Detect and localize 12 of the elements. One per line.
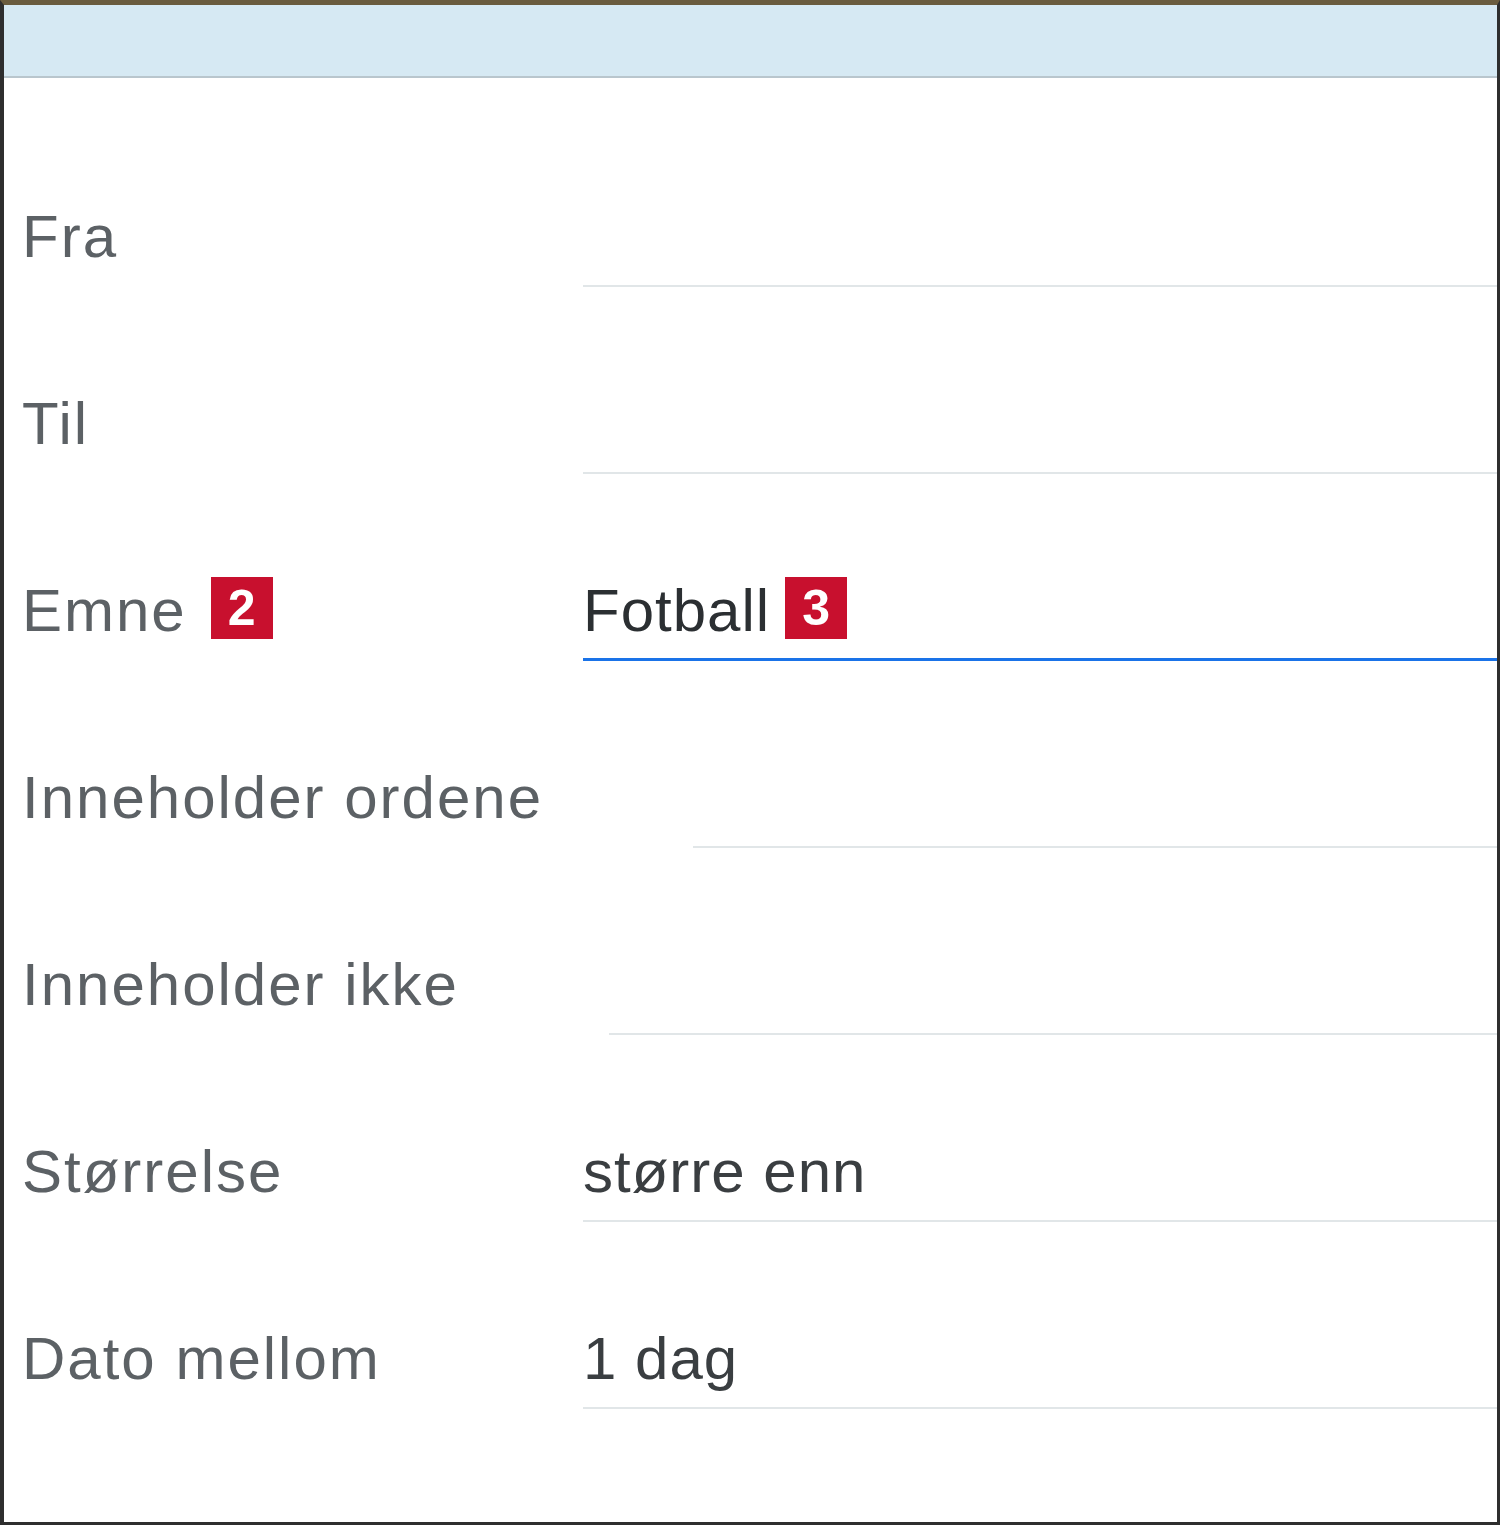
field-label: Inneholder ordene <box>22 763 544 833</box>
field-label: Inneholder ikke <box>22 950 459 1020</box>
text-field[interactable]: 1 dag <box>583 1323 1497 1409</box>
field-label: Til <box>22 389 90 459</box>
text-field[interactable]: større enn <box>583 1136 1497 1222</box>
text-field[interactable]: Fotball 3 <box>583 575 1497 661</box>
callout-number: 2 <box>210 577 273 639</box>
callout-number: 3 <box>785 577 848 639</box>
field-label: Dato mellom <box>22 1324 381 1394</box>
field-label: Størrelse <box>22 1137 284 1207</box>
field-label: Emne <box>22 576 187 646</box>
field-label: Fra <box>22 202 118 272</box>
